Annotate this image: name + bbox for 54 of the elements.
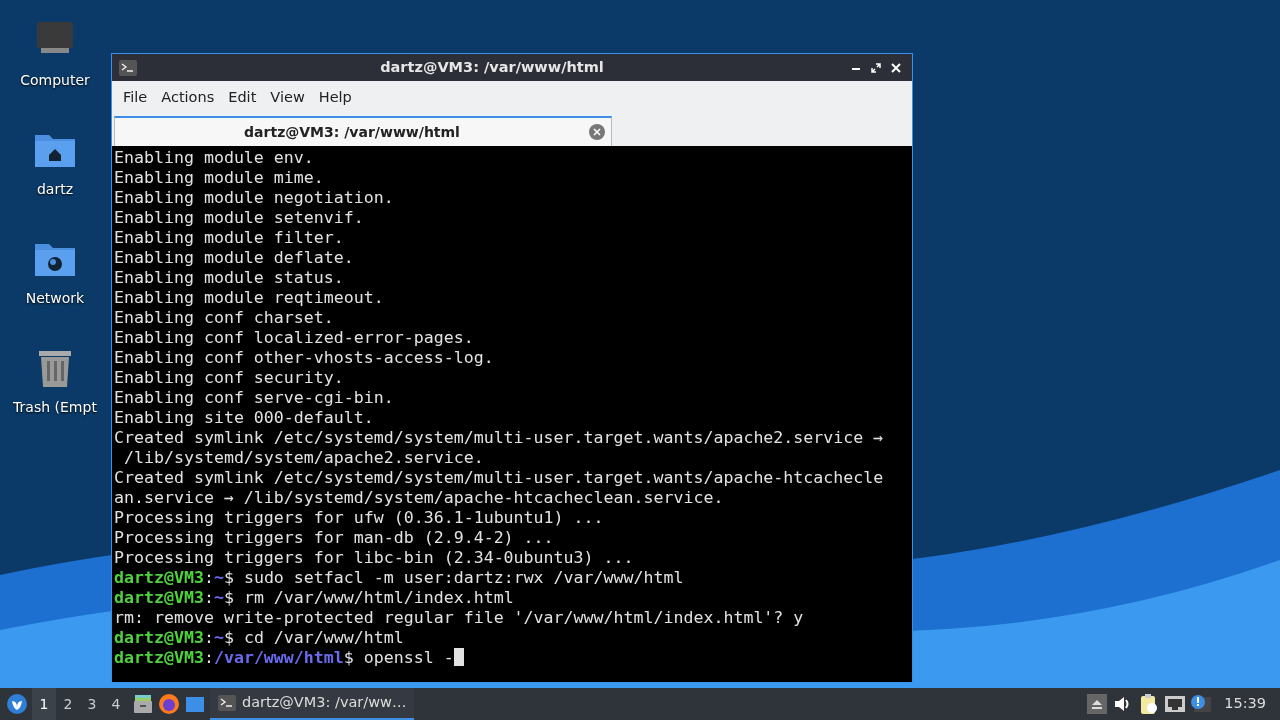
desktop-icon-label[interactable]: Network bbox=[25, 288, 85, 309]
terminal-line: Enabling module negotiation. bbox=[114, 188, 394, 208]
menu-item[interactable]: Actions bbox=[154, 86, 222, 109]
terminal-line: dartz@VM3:~$ sudo setfacl -m user:dartz:rwx /var/www/html bbox=[114, 568, 684, 588]
terminal-line: Created symlink /etc/systemd/system/multi-user.target.wants/apache2.service → bbox=[114, 428, 884, 448]
terminal-line: Processing triggers for libc-bin (2.34-0ubuntu3) ... bbox=[114, 548, 634, 568]
terminal-line: rm: remove write-protected regular file '/var/www/html/index.html'? y bbox=[114, 608, 804, 628]
terminal-line: /lib/systemd/system/apache2.service. bbox=[123, 448, 484, 468]
terminal-line: Enabling conf security. bbox=[114, 368, 344, 388]
workspace-button[interactable]: 1 bbox=[32, 688, 56, 720]
desktop-icon-label[interactable]: Trash (Empt bbox=[13, 397, 97, 418]
desktop-icon-label[interactable]: dartz bbox=[36, 179, 74, 200]
terminal-line: Enabling module setenvif. bbox=[114, 208, 364, 228]
notification-icon[interactable] bbox=[1190, 693, 1213, 715]
taskbar-window-button[interactable]: dartz@VM3: /var/ww… bbox=[210, 688, 415, 720]
terminal-line: Enabling site 000-default. bbox=[114, 408, 374, 428]
terminal-line: Enabling module status. bbox=[114, 268, 344, 288]
terminal-line: Enabling conf localized-error-pages. bbox=[114, 328, 474, 348]
terminal-line: Enabling module reqtimeout. bbox=[114, 288, 384, 308]
terminal-tab[interactable]: dartz@VM3: /var/www/html bbox=[114, 116, 612, 146]
terminal-line: an.service → /lib/systemd/system/apache-htcacheclean.service. bbox=[114, 488, 724, 508]
terminal-line: Processing triggers for ufw (0.36.1-1ubuntu1) ... bbox=[114, 508, 604, 528]
maximize-icon bbox=[871, 62, 881, 73]
workspace-button[interactable]: 4 bbox=[104, 688, 128, 720]
terminal-line: Enabling conf charset. bbox=[114, 308, 334, 328]
terminal-line: Enabling module filter. bbox=[114, 228, 344, 248]
terminal-line: dartz@VM3:~$ rm /var/www/html/index.html bbox=[114, 588, 514, 608]
clock[interactable]: 15:39 bbox=[1216, 693, 1274, 715]
terminal-line: Enabling module mime. bbox=[114, 168, 324, 188]
terminal-icon bbox=[118, 58, 138, 77]
close-tab-icon[interactable] bbox=[589, 124, 605, 140]
file-cabinet-icon[interactable] bbox=[132, 693, 154, 715]
terminal-line: Enabling conf serve-cgi-bin. bbox=[114, 388, 394, 408]
terminal-line: dartz@VM3:/var/www/html$ openssl - bbox=[114, 648, 464, 668]
workspace-button[interactable]: 3 bbox=[80, 688, 104, 720]
terminal-line: Enabling conf other-vhosts-access-log. bbox=[114, 348, 494, 368]
close-icon bbox=[891, 62, 901, 73]
terminal-line: Created symlink /etc/systemd/system/multi-user.target.wants/apache-htcachecle bbox=[114, 468, 884, 488]
window-title: dartz@VM3: /var/www/html bbox=[379, 57, 605, 77]
menu-item[interactable]: File bbox=[116, 86, 155, 109]
menu-item[interactable]: View bbox=[263, 86, 312, 109]
terminal-line: Enabling module env. bbox=[114, 148, 314, 168]
terminal-icon bbox=[218, 695, 236, 711]
desktop-icon-label[interactable]: Computer bbox=[20, 70, 90, 91]
terminal-line: Enabling module deflate. bbox=[114, 248, 354, 268]
terminal-line: Processing triggers for man-db (2.9.4-2) ... bbox=[114, 528, 554, 548]
browser-icon[interactable] bbox=[158, 693, 180, 715]
eject-icon[interactable] bbox=[1086, 693, 1109, 715]
network-icon[interactable] bbox=[1164, 693, 1187, 715]
workspace-button[interactable]: 2 bbox=[56, 688, 80, 720]
menu-item[interactable]: Edit bbox=[221, 86, 264, 109]
menu-item[interactable]: Help bbox=[311, 86, 359, 109]
start-menu-icon[interactable] bbox=[6, 693, 28, 715]
terminal-line: dartz@VM3:~$ cd /var/www/html bbox=[114, 628, 404, 648]
